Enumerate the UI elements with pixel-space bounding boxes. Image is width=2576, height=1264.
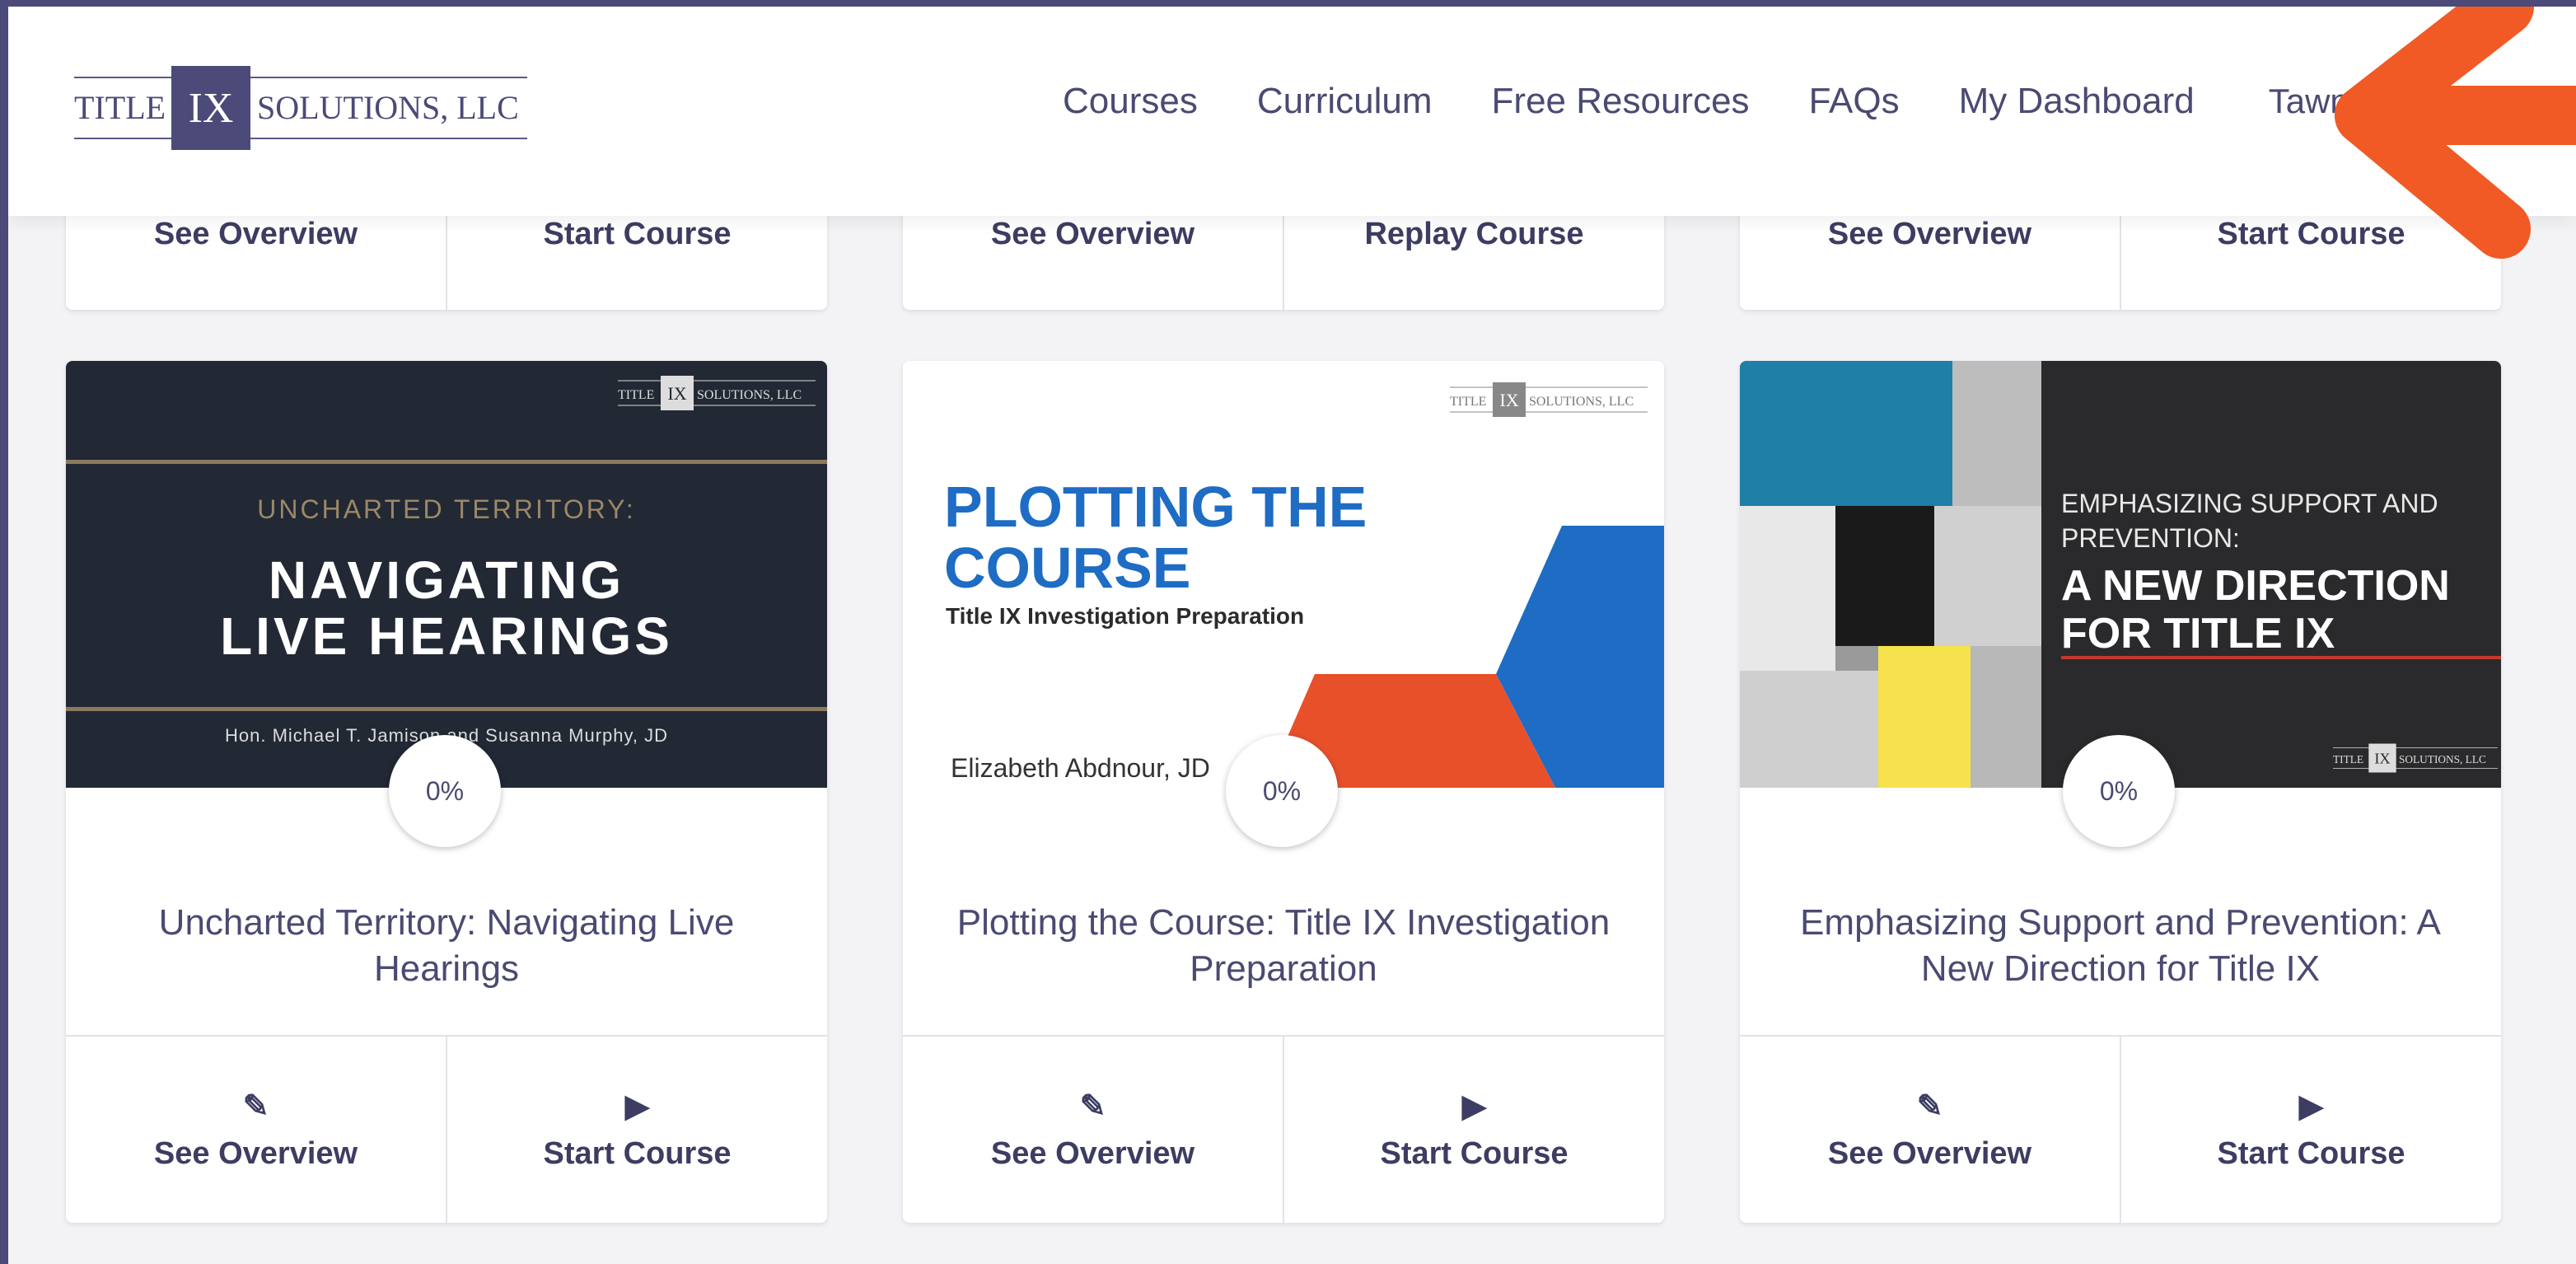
site-header: TITLE IX SOLUTIONS, LLC Courses Curricul… <box>8 7 2576 216</box>
course-thumbnail[interactable]: EMPHASIZING SUPPORT AND PREVENTION: A NE… <box>1740 361 2501 788</box>
edit-icon: ✎ <box>242 1089 269 1124</box>
svg-text:SOLUTIONS, LLC: SOLUTIONS, LLC <box>697 388 802 402</box>
svg-text:IX: IX <box>189 85 234 132</box>
thumbnail-pretitle: UNCHARTED TERRITORY: <box>257 494 636 524</box>
edit-icon: ✎ <box>1916 1089 1943 1124</box>
pointer-arrow-icon <box>2335 7 2576 259</box>
thumbnail-pretitle: EMPHASIZING SUPPORT AND PREVENTION: <box>2061 489 2438 553</box>
thumbnail-title: A NEW DIRECTION FOR TITLE IX <box>2061 562 2450 658</box>
nav-free-resources[interactable]: Free Resources <box>1492 81 1750 122</box>
svg-text:SOLUTIONS, LLC: SOLUTIONS, LLC <box>2399 753 2486 765</box>
progress-badge: 0% <box>389 735 501 847</box>
svg-text:IX: IX <box>667 383 686 404</box>
svg-text:TITLE: TITLE <box>74 89 166 126</box>
see-overview-button[interactable]: ✎ See Overview <box>66 1037 446 1223</box>
nav-my-dashboard[interactable]: My Dashboard <box>1959 81 2195 122</box>
card-actions: ✎ See Overview ▶ Start Course <box>1740 1035 2501 1223</box>
thumbnail-subtitle: Title IX Investigation Preparation <box>946 603 1305 629</box>
nav-curriculum[interactable]: Curriculum <box>1257 81 1433 122</box>
main-nav: Courses Curriculum Free Resources FAQs M… <box>1063 81 2457 122</box>
course-card-plotting-the-course: TITLE IX SOLUTIONS, LLC PLOTTING THE COU… <box>903 361 1664 1223</box>
collage-image <box>1740 361 2041 788</box>
course-title[interactable]: Uncharted Territory: Navigating Live Hea… <box>115 900 778 992</box>
progress-badge: 0% <box>2063 735 2175 847</box>
start-course-button[interactable]: ▶ Start Course <box>2120 1037 2501 1223</box>
course-title[interactable]: Plotting the Course: Title IX Investigat… <box>952 900 1615 992</box>
play-icon: ▶ <box>1461 1089 1487 1124</box>
divider <box>2061 656 2501 659</box>
title-ix-solutions-logo[interactable]: TITLE IX SOLUTIONS, LLC <box>74 66 527 150</box>
play-icon: ▶ <box>2298 1089 2324 1124</box>
svg-text:TITLE: TITLE <box>2333 753 2363 765</box>
course-thumbnail[interactable]: TITLE IX SOLUTIONS, LLC UNCHARTED TERRIT… <box>66 361 827 788</box>
course-card-support-and-prevention: EMPHASIZING SUPPORT AND PREVENTION: A NE… <box>1740 361 2501 1223</box>
thumbnail-title: NAVIGATING LIVE HEARINGS <box>220 550 673 666</box>
card-actions: ✎ See Overview ▶ Start Course <box>66 1035 827 1223</box>
course-title[interactable]: Emphasizing Support and Prevention: A Ne… <box>1789 900 2452 992</box>
thumbnail-title: PLOTTING THE COURSE <box>944 475 1367 600</box>
see-overview-button[interactable]: ✎ See Overview <box>1740 1037 2120 1223</box>
start-course-button[interactable]: ▶ Start Course <box>446 1037 827 1223</box>
play-icon: ▶ <box>624 1089 650 1124</box>
course-card-live-hearings: TITLE IX SOLUTIONS, LLC UNCHARTED TERRIT… <box>66 361 827 1223</box>
nav-courses[interactable]: Courses <box>1063 81 1198 122</box>
svg-text:IX: IX <box>2374 751 2390 767</box>
edit-icon: ✎ <box>1079 1089 1106 1124</box>
page: TITLE IX SOLUTIONS, LLC Courses Curricul… <box>8 7 2576 1264</box>
thumbnail-logo: TITLE IX SOLUTIONS, LLC <box>2333 743 2498 773</box>
card-actions: ✎ See Overview ▶ Start Course <box>903 1035 1664 1223</box>
svg-text:SOLUTIONS, LLC: SOLUTIONS, LLC <box>257 89 519 126</box>
thumbnail-author: Elizabeth Abdnour, JD <box>951 753 1210 783</box>
see-overview-button[interactable]: ✎ See Overview <box>903 1037 1283 1223</box>
nav-faqs[interactable]: FAQs <box>1809 81 1900 122</box>
course-thumbnail[interactable]: TITLE IX SOLUTIONS, LLC PLOTTING THE COU… <box>903 361 1664 788</box>
thumbnail-logo: TITLE IX SOLUTIONS, LLC <box>618 376 816 410</box>
divider <box>66 707 827 711</box>
divider <box>66 460 827 464</box>
svg-text:TITLE: TITLE <box>618 388 654 402</box>
progress-badge: 0% <box>1226 735 1338 847</box>
start-course-button[interactable]: ▶ Start Course <box>1283 1037 1664 1223</box>
